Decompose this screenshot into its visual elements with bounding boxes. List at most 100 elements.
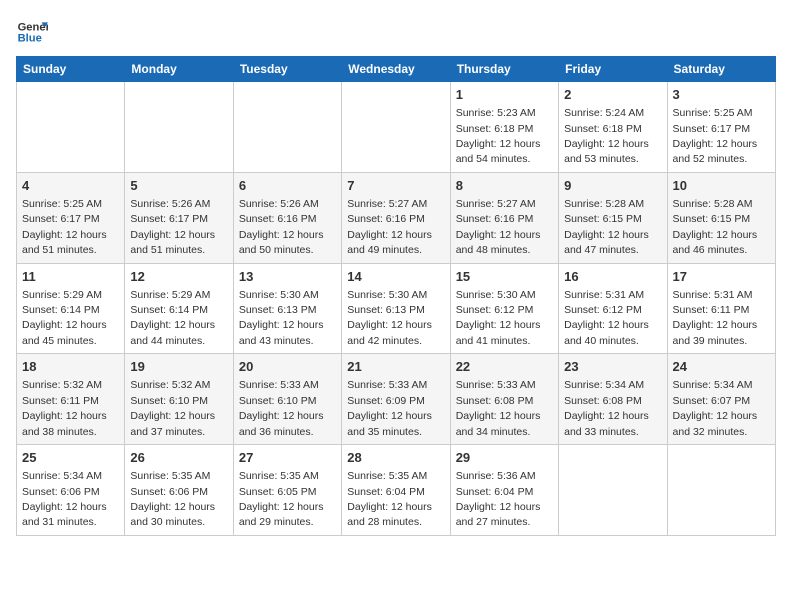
week-row-5: 25 Sunrise: 5:34 AM Sunset: 6:06 PM Dayli… (17, 445, 776, 536)
day-info: Sunrise: 5:33 AM Sunset: 6:08 PM Dayligh… (456, 379, 541, 437)
header-cell-monday: Monday (125, 57, 233, 82)
day-number: 29 (456, 449, 553, 467)
day-cell: 23 Sunrise: 5:34 AM Sunset: 6:08 PM Dayli… (559, 354, 667, 445)
day-cell: 21 Sunrise: 5:33 AM Sunset: 6:09 PM Dayli… (342, 354, 450, 445)
day-cell: 5 Sunrise: 5:26 AM Sunset: 6:17 PM Daylig… (125, 172, 233, 263)
day-info: Sunrise: 5:35 AM Sunset: 6:06 PM Dayligh… (130, 470, 215, 528)
day-number: 21 (347, 358, 444, 376)
day-cell: 25 Sunrise: 5:34 AM Sunset: 6:06 PM Dayli… (17, 445, 125, 536)
day-number: 23 (564, 358, 661, 376)
day-cell: 2 Sunrise: 5:24 AM Sunset: 6:18 PM Daylig… (559, 82, 667, 173)
day-info: Sunrise: 5:25 AM Sunset: 6:17 PM Dayligh… (673, 107, 758, 165)
day-info: Sunrise: 5:32 AM Sunset: 6:11 PM Dayligh… (22, 379, 107, 437)
day-info: Sunrise: 5:27 AM Sunset: 6:16 PM Dayligh… (347, 198, 432, 256)
day-info: Sunrise: 5:26 AM Sunset: 6:17 PM Dayligh… (130, 198, 215, 256)
day-number: 14 (347, 268, 444, 286)
day-info: Sunrise: 5:34 AM Sunset: 6:07 PM Dayligh… (673, 379, 758, 437)
day-number: 4 (22, 177, 119, 195)
day-cell: 27Sunrise: 5:35 AM Sunset: 6:05 PM Dayli… (233, 445, 341, 536)
day-cell (233, 82, 341, 173)
day-cell (667, 445, 775, 536)
day-info: Sunrise: 5:31 AM Sunset: 6:11 PM Dayligh… (673, 289, 758, 347)
day-info: Sunrise: 5:29 AM Sunset: 6:14 PM Dayligh… (22, 289, 107, 347)
day-info: Sunrise: 5:29 AM Sunset: 6:14 PM Dayligh… (130, 289, 215, 347)
logo-icon: General Blue (16, 16, 48, 48)
day-info: Sunrise: 5:23 AM Sunset: 6:18 PM Dayligh… (456, 107, 541, 165)
week-row-4: 18Sunrise: 5:32 AM Sunset: 6:11 PM Dayli… (17, 354, 776, 445)
header-cell-friday: Friday (559, 57, 667, 82)
day-number: 12 (130, 268, 227, 286)
day-number: 25 (22, 449, 119, 467)
day-info: Sunrise: 5:30 AM Sunset: 6:12 PM Dayligh… (456, 289, 541, 347)
day-cell (125, 82, 233, 173)
day-cell: 1 Sunrise: 5:23 AM Sunset: 6:18 PM Daylig… (450, 82, 558, 173)
day-cell: 19 Sunrise: 5:32 AM Sunset: 6:10 PM Dayli… (125, 354, 233, 445)
day-info: Sunrise: 5:33 AM Sunset: 6:09 PM Dayligh… (347, 379, 432, 437)
day-number: 1 (456, 86, 553, 104)
day-cell: 4 Sunrise: 5:25 AM Sunset: 6:17 PM Daylig… (17, 172, 125, 263)
day-number: 20 (239, 358, 336, 376)
day-number: 28 (347, 449, 444, 467)
day-cell: 11Sunrise: 5:29 AM Sunset: 6:14 PM Dayli… (17, 263, 125, 354)
day-cell (342, 82, 450, 173)
svg-text:Blue: Blue (18, 33, 42, 45)
day-cell: 28 Sunrise: 5:35 AM Sunset: 6:04 PM Dayli… (342, 445, 450, 536)
week-row-3: 11Sunrise: 5:29 AM Sunset: 6:14 PM Dayli… (17, 263, 776, 354)
day-info: Sunrise: 5:24 AM Sunset: 6:18 PM Dayligh… (564, 107, 649, 165)
day-info: Sunrise: 5:28 AM Sunset: 6:15 PM Dayligh… (673, 198, 758, 256)
calendar-header: SundayMondayTuesdayWednesdayThursdayFrid… (17, 57, 776, 82)
day-info: Sunrise: 5:34 AM Sunset: 6:06 PM Dayligh… (22, 470, 107, 528)
day-info: Sunrise: 5:25 AM Sunset: 6:17 PM Dayligh… (22, 198, 107, 256)
day-cell: 12 Sunrise: 5:29 AM Sunset: 6:14 PM Dayli… (125, 263, 233, 354)
day-cell: 10 Sunrise: 5:28 AM Sunset: 6:15 PM Dayli… (667, 172, 775, 263)
day-cell: 24 Sunrise: 5:34 AM Sunset: 6:07 PM Dayli… (667, 354, 775, 445)
day-number: 8 (456, 177, 553, 195)
day-cell: 22 Sunrise: 5:33 AM Sunset: 6:08 PM Dayli… (450, 354, 558, 445)
day-cell: 29 Sunrise: 5:36 AM Sunset: 6:04 PM Dayli… (450, 445, 558, 536)
day-cell: 14 Sunrise: 5:30 AM Sunset: 6:13 PM Dayli… (342, 263, 450, 354)
day-cell: 26 Sunrise: 5:35 AM Sunset: 6:06 PM Dayli… (125, 445, 233, 536)
day-cell: 16Sunrise: 5:31 AM Sunset: 6:12 PM Dayli… (559, 263, 667, 354)
day-number: 6 (239, 177, 336, 195)
day-info: Sunrise: 5:32 AM Sunset: 6:10 PM Dayligh… (130, 379, 215, 437)
day-number: 19 (130, 358, 227, 376)
header-row: SundayMondayTuesdayWednesdayThursdayFrid… (17, 57, 776, 82)
day-cell: 13Sunrise: 5:30 AM Sunset: 6:13 PM Dayli… (233, 263, 341, 354)
day-number: 15 (456, 268, 553, 286)
day-number: 7 (347, 177, 444, 195)
day-number: 10 (673, 177, 770, 195)
week-row-1: 1 Sunrise: 5:23 AM Sunset: 6:18 PM Daylig… (17, 82, 776, 173)
day-cell: 18Sunrise: 5:32 AM Sunset: 6:11 PM Dayli… (17, 354, 125, 445)
day-number: 22 (456, 358, 553, 376)
day-info: Sunrise: 5:27 AM Sunset: 6:16 PM Dayligh… (456, 198, 541, 256)
day-info: Sunrise: 5:30 AM Sunset: 6:13 PM Dayligh… (347, 289, 432, 347)
day-number: 2 (564, 86, 661, 104)
header-cell-sunday: Sunday (17, 57, 125, 82)
day-cell: 3 Sunrise: 5:25 AM Sunset: 6:17 PM Daylig… (667, 82, 775, 173)
day-info: Sunrise: 5:35 AM Sunset: 6:04 PM Dayligh… (347, 470, 432, 528)
day-number: 5 (130, 177, 227, 195)
day-number: 13 (239, 268, 336, 286)
day-cell: 7 Sunrise: 5:27 AM Sunset: 6:16 PM Daylig… (342, 172, 450, 263)
header-cell-tuesday: Tuesday (233, 57, 341, 82)
day-number: 3 (673, 86, 770, 104)
day-number: 17 (673, 268, 770, 286)
day-cell: 8 Sunrise: 5:27 AM Sunset: 6:16 PM Daylig… (450, 172, 558, 263)
day-cell (559, 445, 667, 536)
day-number: 24 (673, 358, 770, 376)
day-number: 26 (130, 449, 227, 467)
logo: General Blue (16, 16, 48, 48)
day-info: Sunrise: 5:28 AM Sunset: 6:15 PM Dayligh… (564, 198, 649, 256)
day-info: Sunrise: 5:26 AM Sunset: 6:16 PM Dayligh… (239, 198, 324, 256)
day-cell: 15 Sunrise: 5:30 AM Sunset: 6:12 PM Dayli… (450, 263, 558, 354)
week-row-2: 4 Sunrise: 5:25 AM Sunset: 6:17 PM Daylig… (17, 172, 776, 263)
day-info: Sunrise: 5:34 AM Sunset: 6:08 PM Dayligh… (564, 379, 649, 437)
day-info: Sunrise: 5:36 AM Sunset: 6:04 PM Dayligh… (456, 470, 541, 528)
day-cell: 17 Sunrise: 5:31 AM Sunset: 6:11 PM Dayli… (667, 263, 775, 354)
header-cell-saturday: Saturday (667, 57, 775, 82)
day-info: Sunrise: 5:31 AM Sunset: 6:12 PM Dayligh… (564, 289, 649, 347)
day-number: 27 (239, 449, 336, 467)
day-cell: 9Sunrise: 5:28 AM Sunset: 6:15 PM Daylig… (559, 172, 667, 263)
day-cell (17, 82, 125, 173)
day-cell: 20Sunrise: 5:33 AM Sunset: 6:10 PM Dayli… (233, 354, 341, 445)
